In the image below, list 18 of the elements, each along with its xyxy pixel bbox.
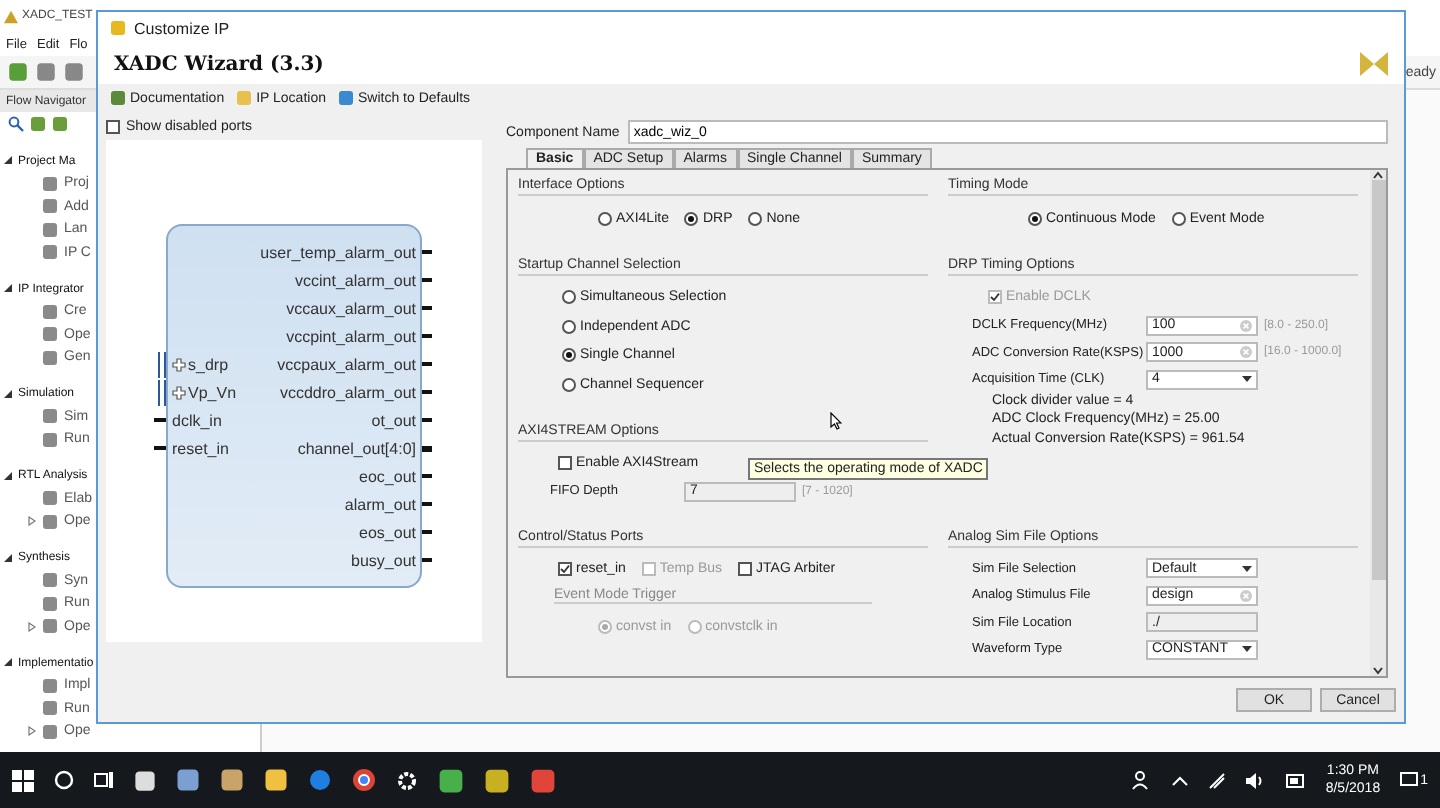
port-label: vccddro_alarm_out (279, 381, 416, 406)
port-label: reset_in (172, 437, 231, 462)
port-label: vccpaux_alarm_out (277, 353, 416, 378)
port-label: user_temp_alarm_out (260, 241, 416, 266)
port-label: vccpint_alarm_out (286, 325, 416, 350)
port-label: eos_out (359, 521, 416, 546)
port-label: Vp_Vn (172, 378, 237, 406)
port-label: channel_out[4:0] (297, 437, 416, 462)
port-label: alarm_out (344, 493, 416, 518)
port-label: dclk_in (172, 409, 224, 434)
port-label: s_drp (172, 350, 237, 378)
port-label: vccaux_alarm_out (286, 297, 416, 322)
port-label: ot_out (371, 409, 416, 434)
port-label: eoc_out (359, 465, 416, 490)
wizard-heading: XADC Wizard (3.3) (114, 53, 324, 75)
port-label: vccint_alarm_out (295, 269, 416, 294)
port-label: busy_out (351, 549, 416, 574)
dialog-title: Customize IP (134, 19, 230, 37)
